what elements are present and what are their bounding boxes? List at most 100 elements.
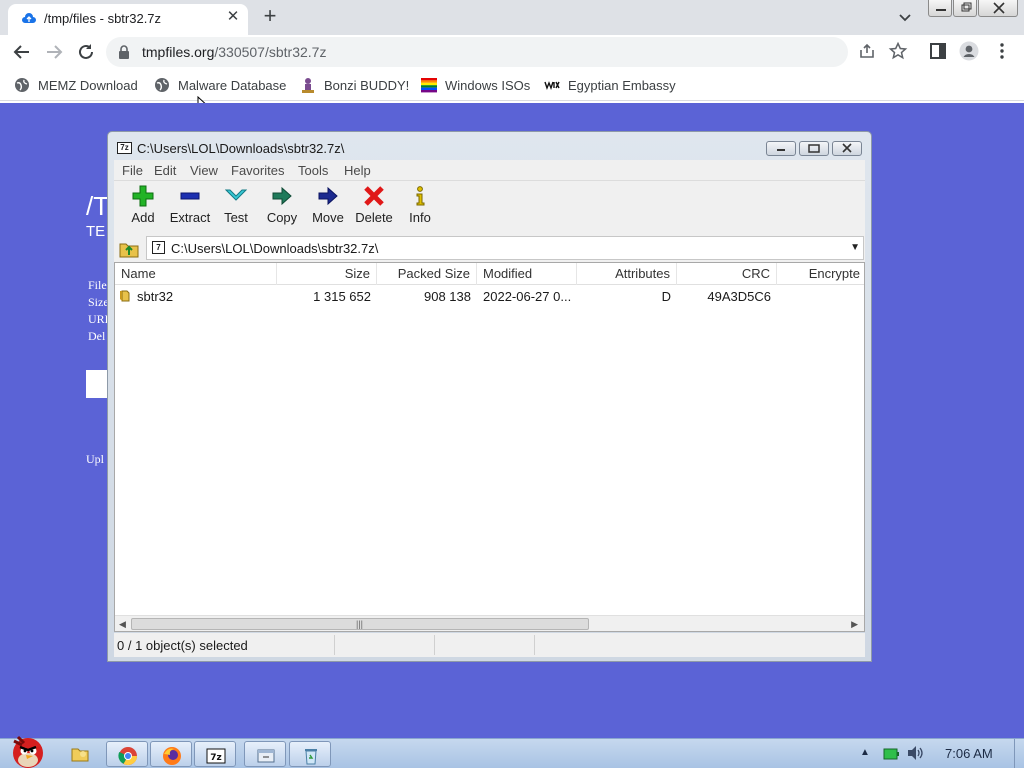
dropdown-arrow-icon[interactable]: ▼ [850,242,860,253]
move-button[interactable]: Move [305,185,351,233]
window-icon [257,749,275,763]
tab-strip: /tmp/files - sbtr32.7z ✕ + [0,0,1024,35]
address-bar[interactable]: tmpfiles.org/330507/sbtr32.7z [106,37,848,67]
browser-toolbar: tmpfiles.org/330507/sbtr32.7z [0,35,1024,69]
page-upload-text: Upl [86,452,104,466]
menu-file[interactable]: File [122,163,143,178]
profile-avatar-icon[interactable] [959,41,979,61]
lock-icon[interactable] [118,45,130,59]
7zip-icon: 7z [117,142,132,154]
bonzi-icon [302,78,314,93]
bookmark-malware-database[interactable]: Malware Database [154,76,286,94]
row-packed-cell: 908 138 [424,289,471,304]
scrollbar-thumb[interactable]: ||| [131,618,589,630]
delete-button[interactable]: Delete [351,185,397,233]
chevron-down-icon[interactable] [896,8,914,26]
bookmark-memz-download[interactable]: MEMZ Download [14,76,138,94]
close-icon[interactable]: ✕ [224,8,242,26]
row-name-cell: sbtr32 [115,286,277,308]
info-icon [416,186,425,206]
new-tab-button[interactable]: + [258,5,282,29]
column-name[interactable]: Name [115,263,277,285]
bookmark-egyptian-embassy[interactable]: Egyptian Embassy [544,76,676,94]
page-delete-label: Del [88,329,106,343]
row-size-cell: 1 315 652 [313,289,371,304]
grip-icon: ||| [356,619,364,629]
minimize-button[interactable] [928,0,952,17]
status-divider [334,635,335,655]
angry-bird-start-icon[interactable] [4,731,50,768]
extract-button[interactable]: Extract [167,185,213,233]
zip-toolbar: Add Extract Test Copy Move Delete Info [114,180,865,234]
taskbar-chrome[interactable] [106,741,148,767]
maximize-button[interactable] [799,141,829,156]
side-panel-icon[interactable] [928,41,948,61]
window-close-button[interactable] [978,0,1018,17]
row-crc-cell: 49A3D5C6 [707,289,771,304]
check-chevron-icon [225,189,247,201]
forward-icon[interactable] [42,40,66,64]
column-size[interactable]: Size [277,263,377,285]
test-button[interactable]: Test [213,185,259,233]
column-packed-size[interactable]: Packed Size [377,263,477,285]
folder-up-icon[interactable] [118,237,140,259]
clock[interactable]: 7:06 AM [945,746,993,761]
7zip-icon: 7z [206,748,226,764]
taskbar-recycle[interactable] [289,741,331,767]
reload-icon[interactable] [74,40,98,64]
bookmarks-bar: MEMZ Download Malware Database Bonzi BUD… [0,69,1024,117]
table-row[interactable]: sbtr32 1 315 652 908 138 2022-06-27 0...… [115,286,864,308]
taskbar-firefox[interactable] [150,741,192,767]
menu-help[interactable]: Help [344,163,371,178]
volume-icon[interactable] [906,745,924,761]
share-icon[interactable] [857,41,877,61]
firefox-icon [163,747,181,765]
column-encrypted[interactable]: Encrypte [777,263,864,285]
add-button[interactable]: Add [120,185,166,233]
bookmark-windows-isos[interactable]: Windows ISOs [421,76,530,94]
wix-icon [544,81,560,91]
tab-title: /tmp/files - sbtr32.7z [44,11,162,26]
row-encrypted-cell [777,286,864,308]
menu-edit[interactable]: Edit [154,163,176,178]
folder-explorer-icon[interactable] [70,744,90,764]
globe-icon [155,78,169,92]
horizontal-scrollbar[interactable]: ◀ ||| ▶ [115,615,864,631]
bookmark-bonzi-buddy[interactable]: Bonzi BUDDY! [300,76,409,94]
minimize-button[interactable] [766,141,796,156]
page-file-label: File [88,278,107,292]
battery-icon[interactable] [883,747,899,761]
menu-kebab-icon[interactable] [992,41,1012,61]
page-size-label: Size [88,295,109,309]
show-desktop-button[interactable] [1014,739,1024,768]
minus-icon [180,192,200,200]
url-text: tmpfiles.org/330507/sbtr32.7z [142,44,327,60]
menu-favorites[interactable]: Favorites [231,163,284,178]
copy-button[interactable]: Copy [259,185,305,233]
menu-view[interactable]: View [190,163,218,178]
restore-button[interactable] [953,0,977,17]
path-input[interactable]: 7 C:\Users\LOL\Downloads\sbtr32.7z\ ▼ [146,236,864,260]
taskbar-7zip[interactable]: 7z [194,741,236,767]
menu-tools[interactable]: Tools [298,163,328,178]
scroll-right-icon[interactable]: ▶ [851,619,858,630]
taskbar-window[interactable] [244,741,286,767]
close-button[interactable] [832,141,862,156]
tray-expand-icon[interactable]: ▲ [860,747,870,758]
scroll-left-icon[interactable]: ◀ [119,619,126,630]
delete-x-icon [364,186,384,206]
column-crc[interactable]: CRC [677,263,777,285]
column-modified[interactable]: Modified [477,263,577,285]
tab-active[interactable]: /tmp/files - sbtr32.7z ✕ [8,4,248,35]
back-icon[interactable] [10,40,34,64]
rainbow-flag-icon [421,78,437,93]
chrome-icon [118,747,137,766]
move-arrow-icon [318,186,338,206]
column-attributes[interactable]: Attributes [577,263,677,285]
path-value: C:\Users\LOL\Downloads\sbtr32.7z\ [171,241,379,256]
star-icon[interactable] [888,41,908,61]
info-button[interactable]: Info [397,185,443,233]
row-attributes-cell: D [661,289,671,304]
menu-bar: File Edit View Favorites Tools Help [114,160,865,180]
7zip-window: 7z C:\Users\LOL\Downloads\sbtr32.7z\ Fil… [107,131,872,662]
